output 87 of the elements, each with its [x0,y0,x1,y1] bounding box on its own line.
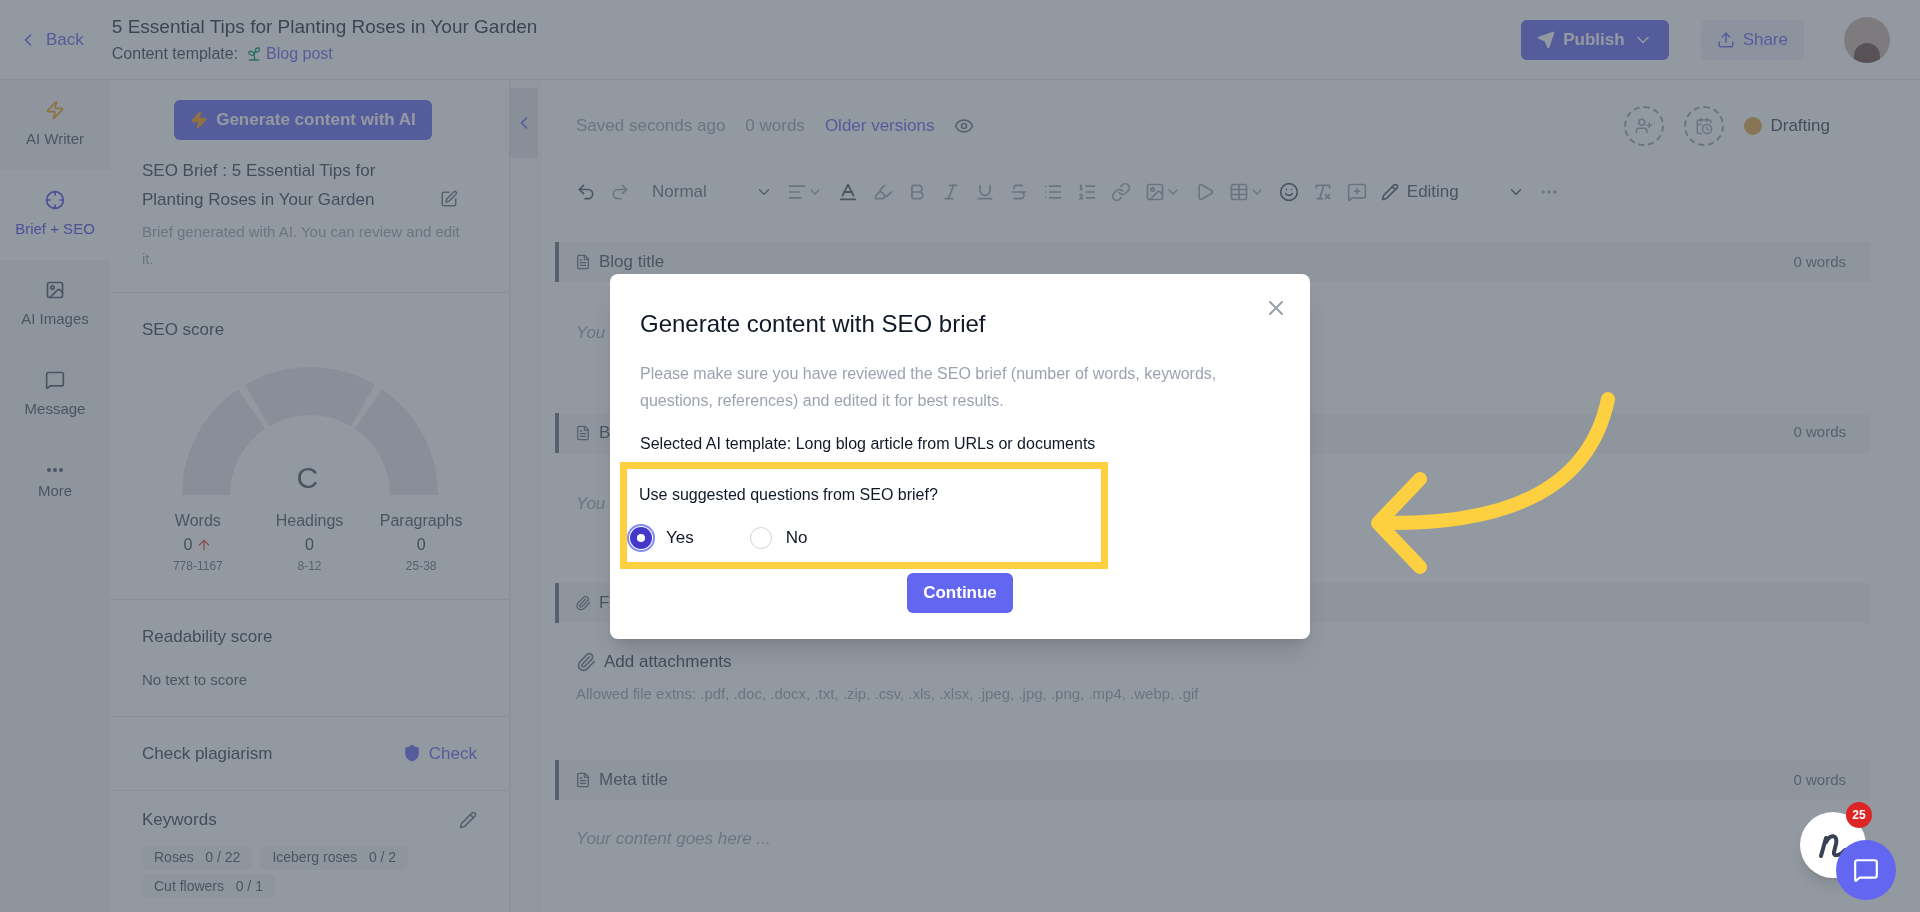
sidebar-item[interactable]: AI Images [0,260,110,350]
keyword-chip: Cut flowers 0 / 1 [142,873,275,899]
metric-range: 8-12 [297,557,322,575]
sidebar-item[interactable]: More [0,440,110,530]
comment-icon[interactable] [1346,182,1367,202]
metric-range: 778-1167 [172,557,223,575]
messenger-button[interactable] [1836,840,1896,900]
pencil-icon[interactable] [459,810,477,829]
shield-icon [402,744,421,763]
sidebar-icon [45,99,65,120]
publish-button[interactable]: Publish [1521,19,1669,60]
bullet-list-icon[interactable] [1042,182,1063,202]
paperclip-icon[interactable] [576,651,596,672]
dots-icon [47,467,63,472]
dialog-title: Generate content with SEO brief [640,309,987,339]
document-icon [575,772,591,788]
link-icon[interactable] [1110,182,1131,202]
template-line: Selected AI template: Long blog article from URLs or documents [640,434,1097,454]
section-title: F [599,592,610,615]
page-title: 5 Essential Tips for Planting Roses in Your Garden [111,15,538,40]
sidebar-icon [45,369,65,390]
bolt-icon [190,111,209,129]
document-icon [575,424,591,441]
metric-label: Words [174,510,221,531]
metric-label: Headings [275,510,344,531]
paperclip-icon [575,595,591,611]
schedule-button[interactable] [1684,106,1725,146]
metric-label: Paragraphs [379,510,463,531]
section-title: Blog title [599,251,665,274]
older-versions-link[interactable]: Older versions [824,113,935,139]
share-icon [1716,30,1735,49]
section-title: Readability score [142,625,274,648]
question-label: Use suggested questions from SEO brief? [639,485,939,505]
notification-badge: 25 [1846,802,1872,828]
continue-button[interactable]: Continue [907,573,1013,613]
emoji-icon[interactable] [1278,182,1299,202]
score-grade: C [296,459,319,496]
style-dropdown[interactable]: Normal [652,179,773,205]
metric-value: 0 [416,534,426,555]
radio-option[interactable]: No [749,525,808,551]
share-button[interactable]: Share [1700,19,1804,60]
section-title: SEO score [142,319,226,341]
edit-icon[interactable] [440,190,458,208]
metric-value: 0 [183,534,193,555]
section-title: Check plagiarism [142,742,273,765]
document-icon [575,254,591,270]
image-icon [1144,182,1165,202]
sidebar-icon [45,279,65,300]
sidebar-icon [45,189,65,210]
pencil-icon [1380,183,1399,201]
brief-title: SEO Brief : 5 Essential Tips for Planting Roses in Your Garden [142,160,377,211]
chat-icon [1853,857,1879,883]
avatar[interactable] [1844,16,1890,63]
highlighter-icon[interactable] [872,182,893,202]
generate-button[interactable]: Generate content with AI [174,100,432,140]
numbered-list-icon[interactable] [1076,182,1097,202]
readability-note: No text to score [142,670,249,690]
table-icon [1228,182,1249,202]
eye-icon[interactable] [954,116,975,136]
section-title: Meta title [599,769,668,792]
sidebar-item[interactable]: Brief + SEO [0,170,110,260]
redo-icon[interactable] [610,182,630,202]
metric-value: 0 [305,534,314,555]
section-title: Keywords [142,809,217,831]
section-title: B [599,421,611,444]
add-user-icon [1635,117,1654,135]
status-label: Drafting [1770,115,1830,138]
template-label: Content template: [111,43,239,64]
sidebar-item[interactable]: Message [0,350,110,440]
align-icon [786,182,807,202]
metric-range: 25-38 [405,557,437,575]
send-icon [1537,30,1556,49]
undo-icon[interactable] [576,182,596,202]
radio-option[interactable]: Yes [630,525,694,551]
back-link[interactable]: Back [18,26,84,53]
sprout-icon [246,45,263,62]
keyword-chip: Roses 0 / 22 [142,844,253,870]
template-link[interactable]: Blog post [246,41,333,66]
keyword-chip: Iceberg roses 0 / 2 [260,844,409,870]
mode-dropdown[interactable]: Editing [1380,179,1525,205]
check-button[interactable]: Check [402,740,477,766]
attachments-link[interactable]: Add attachments [604,649,732,675]
collapse-button[interactable] [510,88,538,158]
calendar-clock-icon [1695,117,1714,135]
dialog-description: Please make sure you have reviewed the SEO brief (number of words, keywords, questions, references) and edited it for best results. [640,364,1218,411]
add-user-button[interactable] [1624,106,1665,146]
sidebar-item[interactable]: AI Writer [0,80,110,170]
